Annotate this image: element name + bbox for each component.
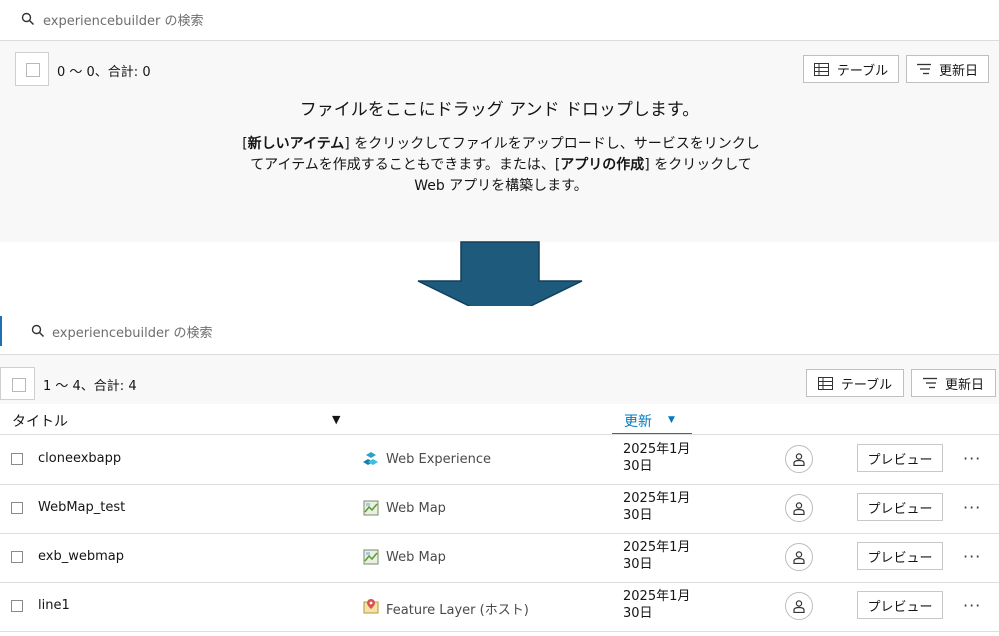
select-all-checkbox[interactable]	[15, 52, 49, 86]
user-icon	[793, 550, 805, 564]
item-type-label: Web Map	[386, 501, 446, 516]
preview-button[interactable]: プレビュー	[857, 591, 943, 619]
table-view-button[interactable]: テーブル	[806, 369, 904, 397]
user-icon	[793, 501, 805, 515]
modified-date: 2025年1月 30日	[623, 589, 691, 621]
header-divider	[0, 434, 999, 435]
modified-date: 2025年1月 30日	[623, 442, 691, 474]
table-icon	[813, 62, 829, 76]
row-checkbox[interactable]	[11, 502, 23, 514]
feature-layer-icon	[363, 598, 379, 614]
checkbox-box	[12, 378, 26, 392]
drop-zone-title: ファイルをここにドラッグ アンド ドロップします。	[299, 100, 700, 120]
modified-date: 2025年1月 30日	[623, 540, 691, 572]
result-count: 1 ～ 4、合計: 4	[43, 379, 137, 394]
title-sort-chevron-icon[interactable]: ▼	[332, 413, 340, 426]
sort-icon	[916, 63, 931, 75]
search-icon	[31, 324, 45, 338]
table-view-button[interactable]: テーブル	[803, 55, 899, 83]
column-header-title[interactable]: タイトル	[12, 411, 68, 431]
create-app-text: アプリの作成	[560, 157, 645, 173]
row-checkbox[interactable]	[11, 453, 23, 465]
preview-button[interactable]: プレビュー	[857, 493, 943, 521]
sort-button[interactable]: 更新日	[906, 55, 989, 83]
drop-zone-description: [新しいアイテム] をクリックしてファイルをアップロードし、サービスをリンクして…	[240, 134, 762, 197]
item-title-link[interactable]: line1	[38, 598, 70, 613]
web-map-icon	[363, 500, 379, 516]
checkbox-box	[26, 63, 40, 77]
row-checkbox[interactable]	[11, 600, 23, 612]
item-type-label: Feature Layer (ホスト)	[386, 603, 529, 618]
item-type-label: Web Experience	[386, 452, 491, 467]
select-all-checkbox[interactable]	[0, 367, 35, 400]
item-title-link[interactable]: exb_webmap	[38, 549, 124, 564]
sort-button[interactable]: 更新日	[911, 369, 996, 397]
modified-date: 2025年1月 30日	[623, 491, 691, 523]
sort-label: 更新日	[944, 377, 984, 393]
table-view-label: テーブル	[840, 377, 893, 393]
table-icon	[817, 376, 833, 390]
more-options-icon[interactable]: ···	[963, 596, 981, 615]
item-type-label: Web Map	[386, 550, 446, 565]
owner-button[interactable]	[785, 494, 813, 522]
more-options-icon[interactable]: ···	[963, 498, 981, 517]
modified-sort-chevron-icon[interactable]: ▼	[668, 415, 675, 425]
item-title-link[interactable]: cloneexbapp	[38, 451, 121, 466]
result-count: 0 ～ 0、合計: 0	[57, 65, 151, 80]
more-options-icon[interactable]: ···	[963, 449, 981, 468]
more-options-icon[interactable]: ···	[963, 547, 981, 566]
user-icon	[793, 452, 805, 466]
row-checkbox[interactable]	[11, 551, 23, 563]
item-title-link[interactable]: WebMap_test	[38, 500, 125, 515]
row-divider	[0, 484, 999, 485]
owner-button[interactable]	[785, 543, 813, 571]
search-bar[interactable]: experiencebuilder の検索	[0, 306, 999, 355]
table-view-label: テーブル	[836, 63, 889, 79]
search-input[interactable]: experiencebuilder の検索	[43, 10, 204, 29]
web-map-icon	[363, 549, 379, 565]
owner-button[interactable]	[785, 592, 813, 620]
user-icon	[793, 599, 805, 613]
focus-indicator	[0, 316, 2, 346]
search-bar[interactable]: experiencebuilder の検索	[0, 0, 999, 41]
preview-button[interactable]: プレビュー	[857, 444, 943, 472]
web-experience-icon	[363, 451, 379, 467]
search-input[interactable]: experiencebuilder の検索	[52, 322, 213, 341]
owner-button[interactable]	[785, 445, 813, 473]
column-header-modified[interactable]: 更新	[624, 411, 652, 431]
new-item-text: 新しいアイテム	[247, 136, 345, 152]
row-divider	[0, 631, 999, 632]
row-divider	[0, 533, 999, 534]
preview-button[interactable]: プレビュー	[857, 542, 943, 570]
sort-icon	[922, 377, 937, 389]
sort-label: 更新日	[938, 63, 978, 79]
search-icon	[21, 12, 35, 26]
row-divider	[0, 582, 999, 583]
